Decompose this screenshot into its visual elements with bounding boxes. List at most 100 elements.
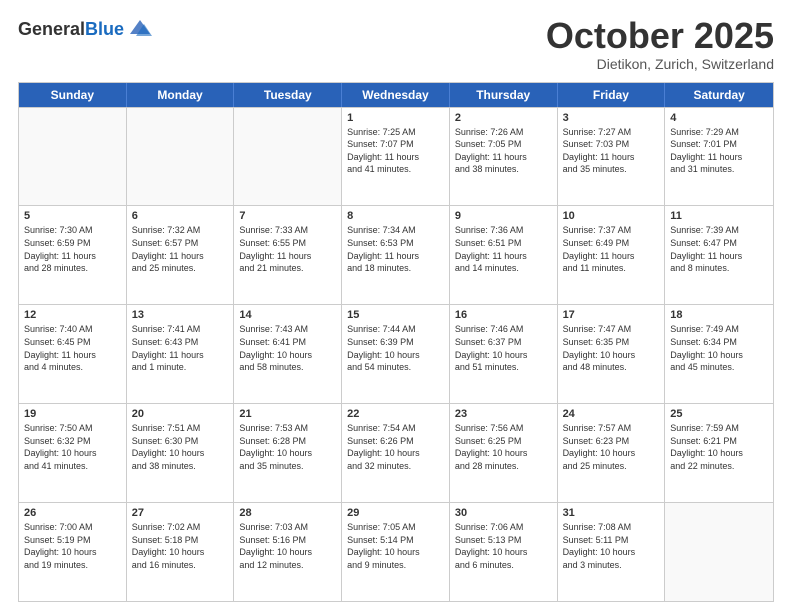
day-info: Sunrise: 7:40 AM Sunset: 6:45 PM Dayligh…: [24, 323, 121, 373]
day-number: 23: [455, 408, 552, 420]
calendar-row: 12Sunrise: 7:40 AM Sunset: 6:45 PM Dayli…: [19, 304, 773, 403]
day-info: Sunrise: 7:50 AM Sunset: 6:32 PM Dayligh…: [24, 422, 121, 472]
day-number: 25: [670, 408, 768, 420]
day-number: 8: [347, 210, 444, 222]
day-number: 31: [563, 507, 660, 519]
day-info: Sunrise: 7:25 AM Sunset: 7:07 PM Dayligh…: [347, 126, 444, 176]
calendar: SundayMondayTuesdayWednesdayThursdayFrid…: [18, 82, 774, 602]
location: Dietikon, Zurich, Switzerland: [546, 56, 774, 72]
calendar-cell: 21 Sunrise: 7:53 AM Sunset: 6:28 PM Dayli…: [234, 404, 342, 502]
calendar-cell: [19, 108, 127, 206]
calendar-cell: 22 Sunrise: 7:54 AM Sunset: 6:26 PM Dayli…: [342, 404, 450, 502]
calendar-cell: 3Sunrise: 7:27 AM Sunset: 7:03 PM Daylig…: [558, 108, 666, 206]
calendar-cell: 23 Sunrise: 7:56 AM Sunset: 6:25 PM Dayli…: [450, 404, 558, 502]
page: GeneralBlue October 2025 Dietikon, Zuric…: [0, 0, 792, 612]
calendar-cell: 6 Sunrise: 7:32 AM Sunset: 6:57 PM Daylig…: [127, 206, 235, 304]
day-info: Sunrise: 7:08 AM Sunset: 5:11 PM Dayligh…: [563, 521, 660, 571]
day-info: Sunrise: 7:00 AM Sunset: 5:19 PM Dayligh…: [24, 521, 121, 571]
day-info: Sunrise: 7:06 AM Sunset: 5:13 PM Dayligh…: [455, 521, 552, 571]
day-number: 2: [455, 112, 552, 124]
day-info: Sunrise: 7:02 AM Sunset: 5:18 PM Dayligh…: [132, 521, 229, 571]
day-number: 9: [455, 210, 552, 222]
day-number: 7: [239, 210, 336, 222]
day-info: Sunrise: 7:43 AM Sunset: 6:41 PM Dayligh…: [239, 323, 336, 373]
day-number: 13: [132, 309, 229, 321]
calendar-cell: [665, 503, 773, 601]
day-info: Sunrise: 7:53 AM Sunset: 6:28 PM Dayligh…: [239, 422, 336, 472]
day-info: Sunrise: 7:32 AM Sunset: 6:57 PM Dayligh…: [132, 224, 229, 274]
calendar-cell: 10Sunrise: 7:37 AM Sunset: 6:49 PM Dayli…: [558, 206, 666, 304]
day-info: Sunrise: 7:36 AM Sunset: 6:51 PM Dayligh…: [455, 224, 552, 274]
calendar-row: 5 Sunrise: 7:30 AM Sunset: 6:59 PM Daylig…: [19, 205, 773, 304]
day-number: 26: [24, 507, 121, 519]
calendar-row: 26 Sunrise: 7:00 AM Sunset: 5:19 PM Dayli…: [19, 502, 773, 601]
weekday-header: Saturday: [665, 83, 773, 107]
calendar-cell: [127, 108, 235, 206]
calendar-cell: 18Sunrise: 7:49 AM Sunset: 6:34 PM Dayli…: [665, 305, 773, 403]
calendar-header: SundayMondayTuesdayWednesdayThursdayFrid…: [19, 83, 773, 107]
day-number: 1: [347, 112, 444, 124]
day-info: Sunrise: 7:37 AM Sunset: 6:49 PM Dayligh…: [563, 224, 660, 274]
calendar-cell: 5 Sunrise: 7:30 AM Sunset: 6:59 PM Daylig…: [19, 206, 127, 304]
logo-icon: [126, 16, 154, 44]
day-number: 6: [132, 210, 229, 222]
calendar-cell: 29Sunrise: 7:05 AM Sunset: 5:14 PM Dayli…: [342, 503, 450, 601]
day-info: Sunrise: 7:39 AM Sunset: 6:47 PM Dayligh…: [670, 224, 768, 274]
header: GeneralBlue October 2025 Dietikon, Zuric…: [18, 16, 774, 72]
calendar-cell: 14Sunrise: 7:43 AM Sunset: 6:41 PM Dayli…: [234, 305, 342, 403]
calendar-row: 19 Sunrise: 7:50 AM Sunset: 6:32 PM Dayli…: [19, 403, 773, 502]
title-block: October 2025 Dietikon, Zurich, Switzerla…: [546, 16, 774, 72]
calendar-cell: 8Sunrise: 7:34 AM Sunset: 6:53 PM Daylig…: [342, 206, 450, 304]
calendar-cell: 25 Sunrise: 7:59 AM Sunset: 6:21 PM Dayli…: [665, 404, 773, 502]
day-number: 28: [239, 507, 336, 519]
calendar-cell: 15 Sunrise: 7:44 AM Sunset: 6:39 PM Dayli…: [342, 305, 450, 403]
calendar-cell: 24Sunrise: 7:57 AM Sunset: 6:23 PM Dayli…: [558, 404, 666, 502]
day-info: Sunrise: 7:29 AM Sunset: 7:01 PM Dayligh…: [670, 126, 768, 176]
calendar-cell: 28 Sunrise: 7:03 AM Sunset: 5:16 PM Dayli…: [234, 503, 342, 601]
weekday-header: Tuesday: [234, 83, 342, 107]
day-number: 16: [455, 309, 552, 321]
weekday-header: Sunday: [19, 83, 127, 107]
day-info: Sunrise: 7:03 AM Sunset: 5:16 PM Dayligh…: [239, 521, 336, 571]
logo: GeneralBlue: [18, 16, 154, 44]
month-title: October 2025: [546, 16, 774, 56]
day-info: Sunrise: 7:26 AM Sunset: 7:05 PM Dayligh…: [455, 126, 552, 176]
logo-general: GeneralBlue: [18, 20, 124, 40]
calendar-cell: 1 Sunrise: 7:25 AM Sunset: 7:07 PM Daylig…: [342, 108, 450, 206]
day-info: Sunrise: 7:56 AM Sunset: 6:25 PM Dayligh…: [455, 422, 552, 472]
weekday-header: Monday: [127, 83, 235, 107]
day-info: Sunrise: 7:59 AM Sunset: 6:21 PM Dayligh…: [670, 422, 768, 472]
day-number: 22: [347, 408, 444, 420]
day-number: 27: [132, 507, 229, 519]
day-number: 19: [24, 408, 121, 420]
day-number: 21: [239, 408, 336, 420]
day-info: Sunrise: 7:27 AM Sunset: 7:03 PM Dayligh…: [563, 126, 660, 176]
day-number: 20: [132, 408, 229, 420]
day-info: Sunrise: 7:44 AM Sunset: 6:39 PM Dayligh…: [347, 323, 444, 373]
calendar-cell: 20Sunrise: 7:51 AM Sunset: 6:30 PM Dayli…: [127, 404, 235, 502]
calendar-cell: 16 Sunrise: 7:46 AM Sunset: 6:37 PM Dayli…: [450, 305, 558, 403]
day-number: 15: [347, 309, 444, 321]
day-info: Sunrise: 7:57 AM Sunset: 6:23 PM Dayligh…: [563, 422, 660, 472]
calendar-cell: 17 Sunrise: 7:47 AM Sunset: 6:35 PM Dayli…: [558, 305, 666, 403]
calendar-cell: 31 Sunrise: 7:08 AM Sunset: 5:11 PM Dayli…: [558, 503, 666, 601]
weekday-header: Wednesday: [342, 83, 450, 107]
day-info: Sunrise: 7:47 AM Sunset: 6:35 PM Dayligh…: [563, 323, 660, 373]
day-info: Sunrise: 7:54 AM Sunset: 6:26 PM Dayligh…: [347, 422, 444, 472]
day-number: 18: [670, 309, 768, 321]
calendar-cell: 30Sunrise: 7:06 AM Sunset: 5:13 PM Dayli…: [450, 503, 558, 601]
calendar-cell: 7Sunrise: 7:33 AM Sunset: 6:55 PM Daylig…: [234, 206, 342, 304]
calendar-cell: 26 Sunrise: 7:00 AM Sunset: 5:19 PM Dayli…: [19, 503, 127, 601]
calendar-cell: 11Sunrise: 7:39 AM Sunset: 6:47 PM Dayli…: [665, 206, 773, 304]
calendar-cell: 9 Sunrise: 7:36 AM Sunset: 6:51 PM Daylig…: [450, 206, 558, 304]
calendar-row: 1 Sunrise: 7:25 AM Sunset: 7:07 PM Daylig…: [19, 107, 773, 206]
day-info: Sunrise: 7:46 AM Sunset: 6:37 PM Dayligh…: [455, 323, 552, 373]
day-info: Sunrise: 7:41 AM Sunset: 6:43 PM Dayligh…: [132, 323, 229, 373]
calendar-cell: 4Sunrise: 7:29 AM Sunset: 7:01 PM Daylig…: [665, 108, 773, 206]
calendar-cell: 27 Sunrise: 7:02 AM Sunset: 5:18 PM Dayli…: [127, 503, 235, 601]
calendar-cell: 2 Sunrise: 7:26 AM Sunset: 7:05 PM Daylig…: [450, 108, 558, 206]
day-number: 5: [24, 210, 121, 222]
day-number: 17: [563, 309, 660, 321]
day-info: Sunrise: 7:30 AM Sunset: 6:59 PM Dayligh…: [24, 224, 121, 274]
calendar-cell: [234, 108, 342, 206]
